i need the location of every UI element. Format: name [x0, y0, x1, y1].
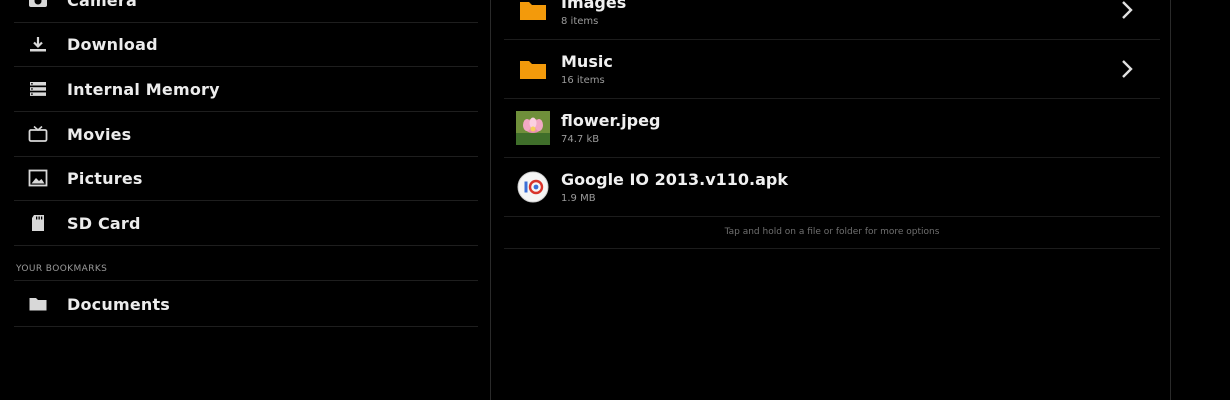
bookmarks-section-header: YOUR BOOKMARKS — [16, 264, 108, 274]
file-row-apk[interactable]: Google IO 2013.v110.apk 1.9 MB — [504, 158, 1160, 217]
file-meta: 16 items — [561, 75, 605, 86]
sidebar-item-pictures[interactable]: Pictures — [14, 156, 478, 201]
internal-memory-icon — [30, 82, 46, 96]
file-name: Images — [561, 0, 627, 12]
file-name: flower.jpeg — [561, 111, 661, 130]
sidebar-item-internal-memory[interactable]: Internal Memory — [14, 67, 478, 112]
image-thumbnail-icon — [516, 111, 550, 145]
file-meta: 1.9 MB — [561, 193, 596, 204]
folder-icon — [29, 298, 47, 311]
file-list: Images 8 items Music 16 items flower.jpe… — [491, 0, 1170, 400]
file-name: Music — [561, 52, 613, 71]
sidebar-item-label: Camera — [67, 0, 137, 10]
folder-icon — [520, 61, 546, 79]
file-row-music[interactable]: Music 16 items — [504, 40, 1160, 99]
folder-icon — [520, 2, 546, 20]
sidebar: Camera Download Internal Memory Movies P… — [0, 0, 490, 400]
sidebar-item-label: Internal Memory — [67, 79, 220, 99]
file-row-flower-jpeg[interactable]: flower.jpeg 74.7 kB — [504, 99, 1160, 158]
sidebar-item-label: Pictures — [67, 168, 143, 188]
file-meta: 8 items — [561, 16, 599, 27]
pane-divider — [1170, 0, 1171, 400]
chevron-right-icon — [1122, 1, 1133, 19]
sidebar-item-sd-card[interactable]: SD Card — [14, 201, 478, 246]
pictures-icon — [28, 169, 48, 187]
file-meta: 74.7 kB — [561, 134, 600, 145]
movies-icon — [28, 125, 48, 142]
file-row-images[interactable]: Images 8 items — [504, 0, 1160, 40]
bookmark-item-documents[interactable]: Documents — [14, 282, 478, 327]
camera-icon — [29, 0, 47, 7]
section-divider — [14, 280, 478, 281]
sidebar-item-movies[interactable]: Movies — [14, 112, 478, 157]
sidebar-item-label: Movies — [67, 124, 132, 144]
chevron-right-icon — [1122, 60, 1133, 78]
sidebar-item-label: Download — [67, 34, 158, 54]
sidebar-item-camera[interactable]: Camera — [14, 0, 478, 23]
long-press-hint: Tap and hold on a file or folder for mor… — [504, 222, 1160, 249]
sidebar-item-label: SD Card — [67, 213, 141, 233]
download-icon — [30, 37, 46, 52]
sidebar-item-label: Documents — [67, 294, 171, 314]
sd-card-icon — [32, 215, 44, 231]
file-name: Google IO 2013.v110.apk — [561, 170, 789, 189]
apk-icon — [517, 171, 549, 203]
sidebar-item-download[interactable]: Download — [14, 22, 478, 67]
